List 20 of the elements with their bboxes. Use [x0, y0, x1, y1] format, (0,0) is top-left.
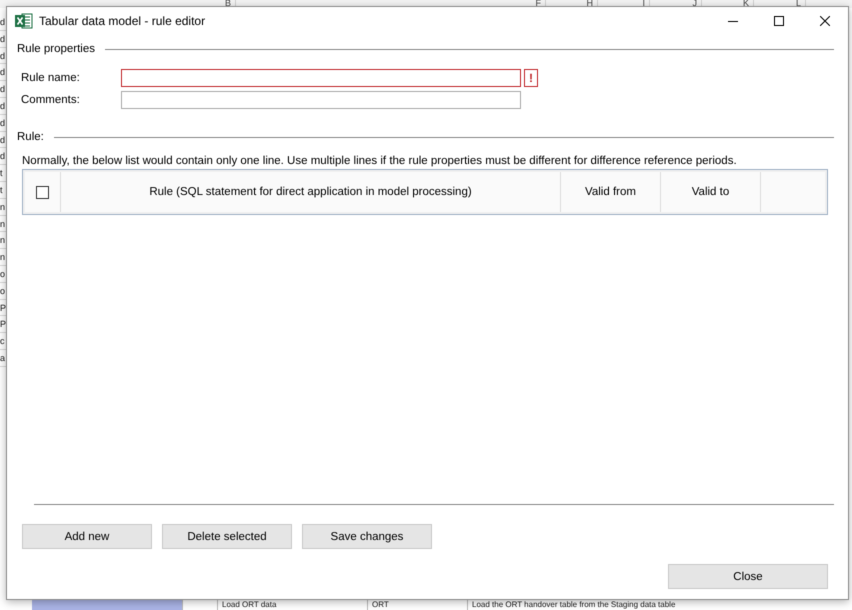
close-dialog-button[interactable]: Close [668, 564, 828, 589]
window-title: Tabular data model - rule editor [39, 14, 206, 28]
action-button[interactable]: Delete selected [162, 524, 292, 549]
text-field[interactable] [121, 69, 521, 87]
note-text: Normally, the below list would contain only one line. Use multiple lines if the rule properties must be different for difference reference periods. [21, 155, 738, 167]
column-header: Valid to [661, 172, 761, 212]
column-header: Rule (SQL statement for direct application in model processing) [61, 172, 561, 212]
group-heading: Rule: [17, 131, 44, 143]
error-indicator: ! [524, 69, 538, 87]
close-icon [820, 16, 830, 26]
group-heading: Rule properties [17, 43, 95, 55]
action-button[interactable]: Save changes [302, 524, 432, 549]
field-label: Rule name: [21, 72, 81, 84]
spreadsheet-app-icon [15, 13, 33, 29]
action-button[interactable]: Add new [22, 524, 152, 549]
text-field[interactable] [121, 91, 521, 109]
select-all-checkbox[interactable] [36, 186, 49, 198]
field-label: Comments: [21, 94, 81, 106]
column-header: Valid from [561, 172, 661, 212]
maximize-icon [774, 16, 784, 26]
